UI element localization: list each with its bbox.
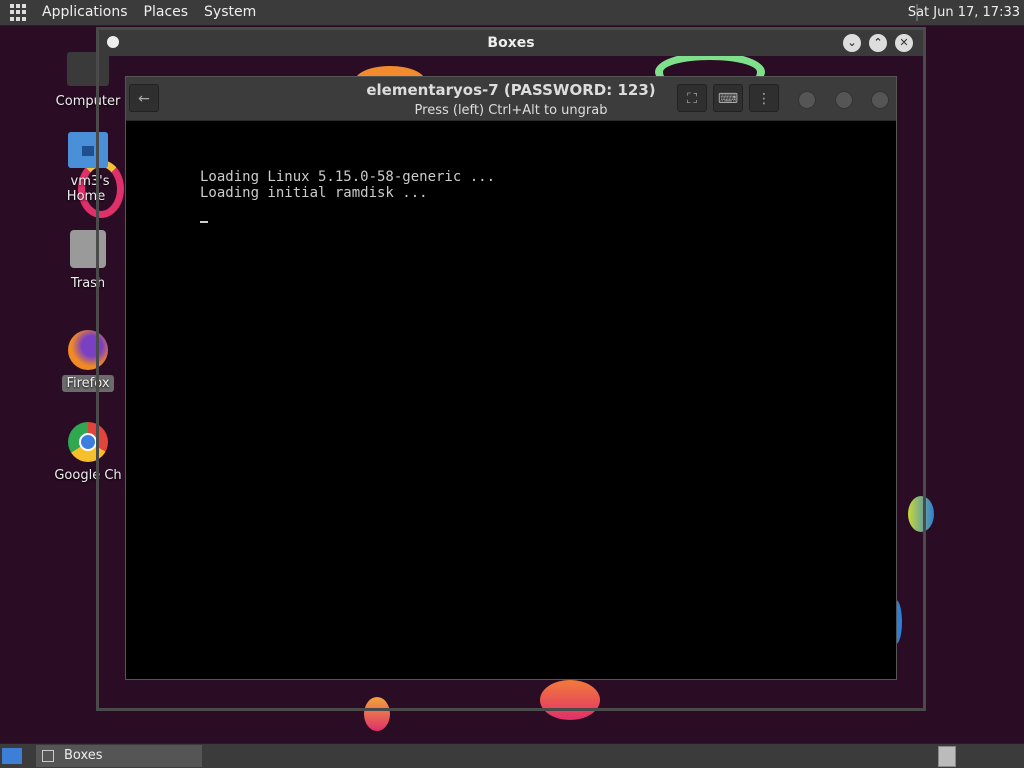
vm-title: elementaryos-7 (PASSWORD: 123)	[366, 81, 656, 99]
top-panel: Applications Places System Sat Jun 17, 1…	[0, 0, 1024, 26]
boxes-window-title: Boxes	[487, 35, 535, 51]
clock[interactable]: Sat Jun 17, 17:33	[908, 0, 1020, 25]
menu-applications[interactable]: Applications	[34, 0, 136, 25]
console-cursor	[200, 221, 208, 223]
window-menu-dot[interactable]	[107, 36, 119, 48]
minimize-button[interactable]: ⌄	[843, 34, 861, 52]
maximize-button[interactable]: ⌃	[869, 34, 887, 52]
show-desktop-button[interactable]	[2, 748, 22, 764]
keyboard-button[interactable]: ⌨	[713, 84, 743, 112]
console-line: Loading initial ramdisk ...	[200, 185, 428, 201]
vm-display[interactable]: ← elementaryos-7 (PASSWORD: 123) Press (…	[125, 76, 897, 680]
menu-button[interactable]: ⋮	[749, 84, 779, 112]
close-round-button[interactable]	[871, 91, 889, 109]
menu-places[interactable]: Places	[136, 0, 197, 25]
taskbar: Boxes	[0, 743, 1024, 768]
taskbar-boxes-button[interactable]: Boxes	[36, 745, 202, 767]
maximize-round-button[interactable]	[835, 91, 853, 109]
vm-headerbar: ← elementaryos-7 (PASSWORD: 123) Press (…	[126, 77, 896, 121]
menu-system[interactable]: System	[196, 0, 264, 25]
taskbar-label: Boxes	[64, 748, 103, 763]
console-line: Loading Linux 5.15.0-58-generic ...	[200, 169, 496, 185]
boxes-titlebar[interactable]: Boxes ⌄ ⌃ ✕	[99, 30, 923, 56]
console-output: Loading Linux 5.15.0-58-generic ... Loadi…	[200, 169, 495, 223]
close-button[interactable]: ✕	[895, 34, 913, 52]
workspace-switcher[interactable]	[938, 746, 956, 767]
minimize-round-button[interactable]	[798, 91, 816, 109]
vm-subtitle: Press (left) Ctrl+Alt to ungrab	[414, 103, 608, 118]
boxes-app-icon	[42, 750, 54, 762]
apps-grid-icon[interactable]	[10, 3, 28, 22]
fullscreen-button[interactable]: ⛶	[677, 84, 707, 112]
